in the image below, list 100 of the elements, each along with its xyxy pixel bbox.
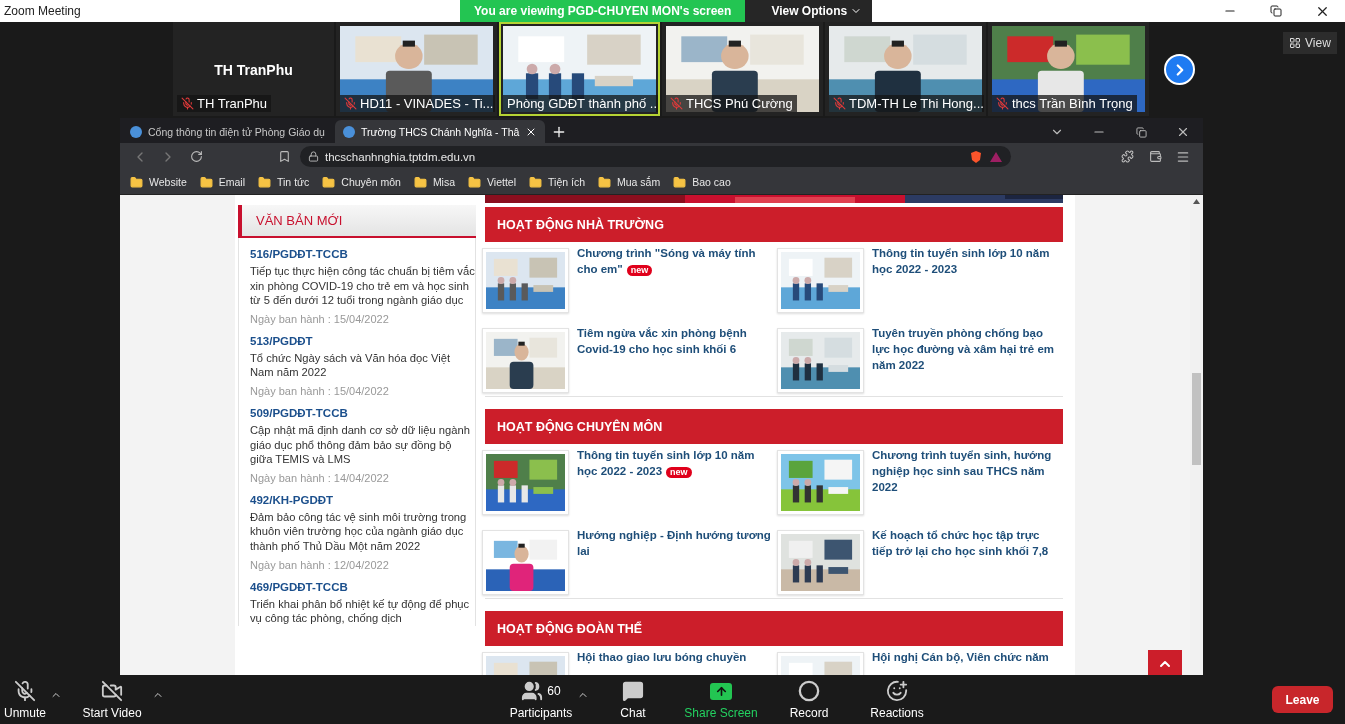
- article-link[interactable]: Hội nghị Cán bộ, Viên chức năm: [872, 649, 1049, 675]
- folder-icon: [529, 175, 543, 189]
- window-title: Zoom Meeting: [3, 4, 81, 18]
- scrollbar-thumb[interactable]: [1192, 373, 1201, 465]
- bookmark-folder[interactable]: Tiện ích: [529, 175, 585, 189]
- wallet-icon[interactable]: [1148, 150, 1162, 163]
- muted-mic-icon: [344, 97, 357, 110]
- scroll-to-top-button[interactable]: [1148, 650, 1182, 675]
- scroll-up-icon[interactable]: [1193, 199, 1200, 204]
- folder-icon: [413, 175, 427, 189]
- issue-date: Ngày ban hành : 15/04/2022: [250, 384, 390, 397]
- folder-icon: [598, 175, 611, 189]
- section-heading: HOẠT ĐỘNG ĐOÀN THỂ: [485, 611, 1063, 646]
- name-label: TH TranPhu: [177, 95, 272, 112]
- document-code-link[interactable]: 509/PGDĐT-TCCB: [250, 406, 475, 419]
- smile-plus-icon: [886, 680, 908, 702]
- name-label: TDM-TH Le Thi Hong...: [829, 95, 984, 112]
- article-link[interactable]: Tuyên truyền phòng chống bạo lực học đường và xâm hại trẻ em năm 2022: [872, 325, 1060, 393]
- bookmark-folder[interactable]: Chuyên môn: [322, 175, 401, 189]
- chat-icon: [622, 680, 644, 702]
- record-icon: [798, 680, 820, 702]
- folder-icon: [468, 175, 482, 189]
- muted-mic-icon: [996, 97, 1009, 110]
- site-icon: [130, 125, 142, 138]
- bookmark-icon[interactable]: [277, 150, 291, 163]
- start-video-button[interactable]: Start Video: [72, 679, 152, 720]
- participant-count: 60: [547, 684, 561, 698]
- article-link[interactable]: Tiêm ngừa vắc xin phòng bệnh Covid-19 cho học sinh khối 6: [577, 325, 777, 393]
- menu-icon[interactable]: [1176, 149, 1190, 164]
- article-link[interactable]: Chương trình "Sóng và máy tính cho em" new: [577, 245, 777, 313]
- muted-mic-icon: [670, 97, 683, 110]
- chat-button[interactable]: Chat: [589, 679, 677, 720]
- issue-date: Ngày ban hành : 14/04/2022: [250, 471, 390, 484]
- sidebar-heading: VĂN BẢN MỚI: [238, 205, 476, 238]
- leave-button[interactable]: Leave: [1272, 686, 1333, 713]
- extensions-icon[interactable]: [1120, 150, 1134, 163]
- unmute-button[interactable]: Unmute: [0, 679, 50, 720]
- article-link[interactable]: Kế hoạch tổ chức học tập trực tiếp trở lại cho học sinh khối 7,8: [872, 527, 1060, 595]
- muted-mic-icon: [833, 97, 846, 110]
- record-button[interactable]: Record: [765, 679, 853, 720]
- bookmark-folder[interactable]: Misa: [413, 175, 456, 189]
- new-badge: new: [666, 467, 692, 478]
- document-code-link[interactable]: 492/KH-PGDĐT: [250, 493, 475, 506]
- folder-icon: [199, 175, 213, 189]
- document-code-link[interactable]: 469/PGDĐT-TCCB: [250, 580, 475, 593]
- document-title: Cập nhật mã định danh cơ sở dữ liệu ngành giáo dục phổ thông đảm bảo sự đồng bộ giữa TEMIS và LMS: [250, 422, 471, 467]
- document-title: Tổ chức Ngày sách và Văn hóa đọc Việt Nam năm 2022: [250, 350, 452, 380]
- muted-mic-icon: [181, 97, 194, 110]
- article-link[interactable]: Hướng nghiệp - Định hướng tương lai: [577, 527, 777, 595]
- folder-icon: [258, 175, 271, 189]
- folder-icon: [322, 175, 336, 189]
- camera-off-icon: [101, 680, 123, 702]
- view-button[interactable]: View: [1283, 32, 1337, 54]
- folder-icon: [130, 175, 143, 189]
- lock-icon: [308, 151, 319, 162]
- bookmark-folder[interactable]: Bao cao: [673, 175, 731, 189]
- screen-share-banner: You are viewing PGD-CHUYEN MON's screen: [460, 0, 746, 22]
- section-heading: HOẠT ĐỘNG CHUYÊN MÔN: [485, 409, 1063, 444]
- people-icon: [521, 680, 544, 702]
- section-heading: HOẠT ĐỘNG NHÀ TRƯỜNG: [485, 207, 1063, 242]
- document-code-link[interactable]: 513/PGDĐT: [250, 334, 475, 347]
- browser-tab[interactable]: Cổng thông tin điện tử Phòng Giáo dụ: [122, 120, 333, 143]
- view-options-button[interactable]: View Options: [745, 0, 873, 22]
- name-label: Phòng GDĐT thành phố ...: [503, 95, 658, 112]
- bookmark-folder[interactable]: Viettel: [468, 175, 517, 189]
- site-icon: [342, 125, 355, 138]
- document-title: Đảm bảo công tác vệ sinh môi trường trong khuôn viên trường học của ngành giáo dục thành phố Thủ Dầu Một năm 2022: [250, 509, 468, 554]
- restore-icon[interactable]: [1270, 5, 1282, 17]
- bookmark-folder[interactable]: Mua sắm: [598, 175, 661, 189]
- participants-button[interactable]: 60 Participants: [505, 679, 577, 720]
- article-link[interactable]: Thông tin tuyển sinh lớp 10 năm học 2022 - 2023 new: [577, 447, 777, 515]
- address-bar[interactable]: thcschanhnghia.tptdm.edu.vn: [300, 146, 1011, 167]
- next-page-button[interactable]: [1164, 54, 1195, 85]
- name-label: THCS Phú Cường: [666, 95, 797, 112]
- reload-icon[interactable]: [189, 150, 203, 163]
- document-title: Tiếp tục thực hiện công tác chuẩn bị tiêm vắc xin phòng COVID-19 cho trẻ em và học sinh từ 5 đến dưới 12 tuổi trong ngành giáo dục: [250, 264, 475, 308]
- document-title: Triển khai phân bổ nhiệt kế tự động để phục vụ công tác phòng, chống dịch: [250, 596, 471, 626]
- reactions-button[interactable]: Reactions: [853, 679, 941, 720]
- restore-icon[interactable]: [1135, 126, 1147, 138]
- muted-mic-icon: [14, 680, 36, 702]
- shield-icon[interactable]: [969, 149, 983, 164]
- browser-tab[interactable]: Trường THCS Chánh Nghĩa - Thâ: [334, 120, 546, 143]
- bookmark-folder[interactable]: Tin tức: [258, 175, 310, 189]
- share-button[interactable]: Share Screen: [677, 679, 765, 720]
- grid-icon: [1289, 37, 1301, 49]
- document-code-link[interactable]: 516/PGDĐT-TCCB: [250, 248, 475, 260]
- bookmark-folder[interactable]: Email: [199, 175, 245, 189]
- name-label: HD11 - VINADES - Ti...: [340, 95, 495, 112]
- share-screen-icon: [710, 682, 732, 700]
- close-icon[interactable]: [1176, 125, 1190, 139]
- article-link[interactable]: Chương trình tuyển sinh, hướng nghiệp học sinh sau THCS năm 2022: [872, 447, 1060, 515]
- issue-date: Ngày ban hành : 12/04/2022: [250, 558, 390, 571]
- participant-name: TH TranPhu: [213, 62, 294, 78]
- bookmark-folder[interactable]: Website: [130, 175, 187, 189]
- issue-date: Ngày ban hành : 15/04/2022: [250, 312, 390, 325]
- name-label: thcs Trần Bình Trọng: [992, 95, 1137, 112]
- new-badge: new: [626, 265, 653, 276]
- folder-icon: [673, 175, 687, 189]
- article-link[interactable]: Hội thao giao lưu bóng chuyền: [577, 649, 747, 675]
- article-link[interactable]: Thông tin tuyển sinh lớp 10 năm học 2022 - 2023: [872, 245, 1060, 313]
